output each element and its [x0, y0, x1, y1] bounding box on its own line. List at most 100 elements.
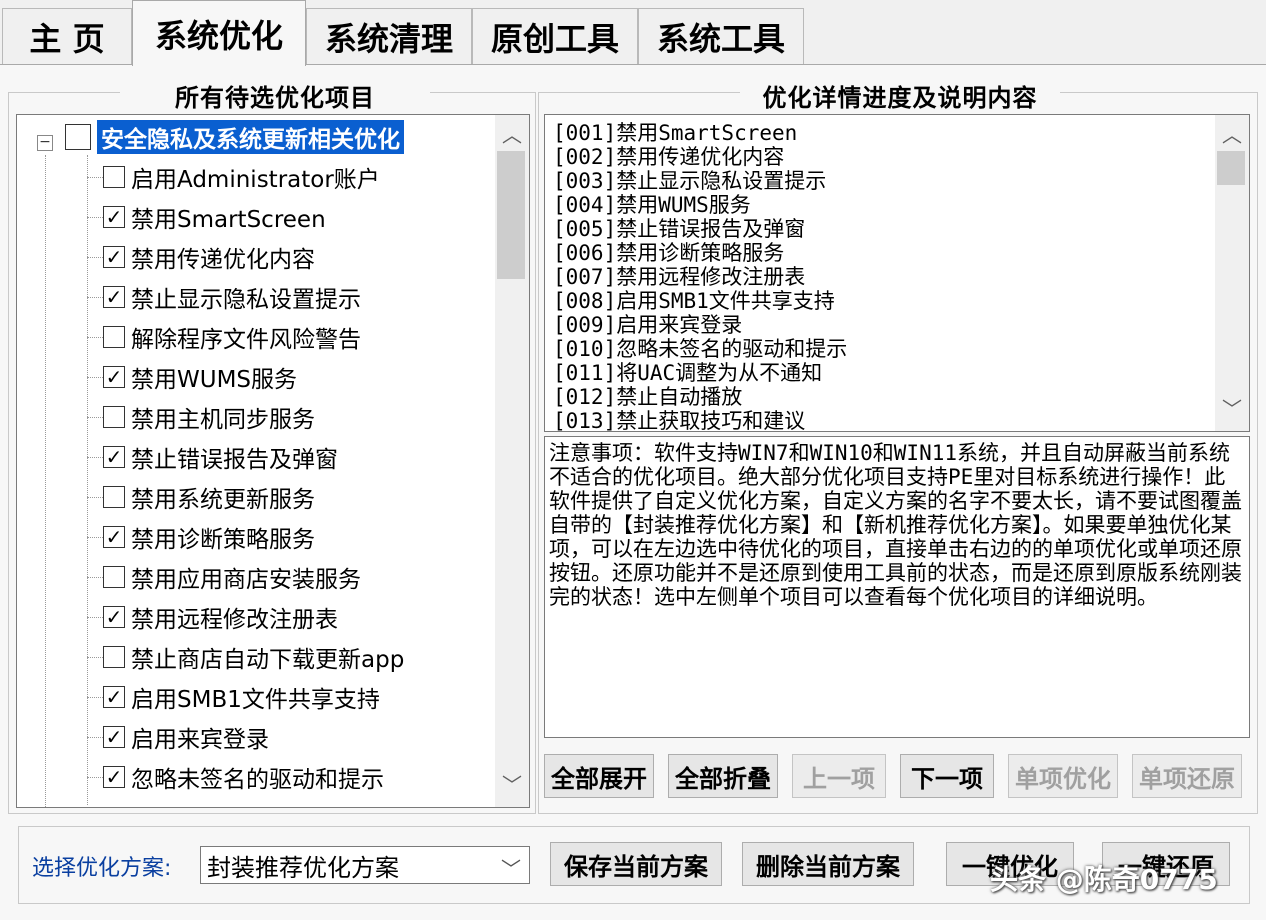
list-item[interactable]: [012]禁止自动播放 [553, 385, 742, 409]
tree-item[interactable]: ✓ 禁用传递优化内容 [103, 237, 315, 277]
item-checkbox[interactable] [103, 486, 125, 508]
tree-item-label: 禁用WUMS服务 [131, 367, 298, 393]
tree-line [87, 457, 103, 458]
tree-item[interactable]: ✓ 禁用SmartScreen [103, 197, 326, 237]
item-checkbox[interactable]: ✓ [103, 206, 125, 228]
tree-item-label: 忽略未签名的驱动和提示 [131, 767, 384, 793]
tree-item-label: 启用SMB1文件共享支持 [131, 687, 380, 713]
tree-root-label: 安全隐私及系统更新相关优化 [97, 120, 404, 154]
list-item[interactable]: [002]禁用传递优化内容 [553, 145, 784, 169]
tree-item[interactable]: ✓ 启用SMB1文件共享支持 [103, 677, 380, 717]
tree-item[interactable]: ✓ 禁用WUMS服务 [103, 357, 297, 397]
tree-line [87, 497, 103, 498]
tab-home[interactable]: 主 页 [2, 8, 132, 64]
tree-scrollbar[interactable]: ︿ ﹀ [495, 115, 529, 807]
tree-item-label: 禁用传递优化内容 [131, 247, 315, 273]
save-scheme-button[interactable]: 保存当前方案 [550, 842, 722, 886]
tree-line [87, 697, 103, 698]
tree-item[interactable]: 禁止商店自动下载更新app [103, 637, 404, 677]
tree-item[interactable]: ✓ 忽略未签名的驱动和提示 [103, 757, 384, 797]
tab-system-clean[interactable]: 系统清理 [306, 8, 472, 64]
tree-item-label: 禁用应用商店安装服务 [131, 567, 361, 593]
tree-item[interactable]: ✓ 禁止显示隐私设置提示 [103, 277, 361, 317]
tree-item-label: 禁止错误报告及弹窗 [131, 447, 338, 473]
list-item[interactable]: [001]禁用SmartScreen [553, 121, 797, 145]
tree-item-label: 启用来宾登录 [131, 727, 269, 753]
item-checkbox[interactable]: ✓ [103, 286, 125, 308]
tree-item[interactable]: ✓ 禁止错误报告及弹窗 [103, 437, 338, 477]
tree-item[interactable]: ✓ 启用来宾登录 [103, 717, 269, 757]
list-item[interactable]: [004]禁用WUMS服务 [553, 193, 751, 217]
list-item[interactable]: [007]禁用远程修改注册表 [553, 265, 805, 289]
scroll-thumb[interactable] [497, 151, 525, 279]
item-checkbox[interactable]: ✓ [103, 366, 125, 388]
list-item[interactable]: [013]禁止获取技巧和建议 [553, 409, 805, 431]
watermark: 头条 @陈奇0775 [990, 863, 1218, 896]
tree-line [87, 657, 103, 658]
item-checkbox[interactable]: ✓ [103, 766, 125, 788]
tab-bar: 主 页 系统优化 系统清理 原创工具 系统工具 [0, 0, 1266, 66]
tree-item-label: 禁用主机同步服务 [131, 407, 315, 433]
optimize-items-tree[interactable]: − 安全隐私及系统更新相关优化 启用Administrator账户 ✓ 禁用Smar… [16, 114, 530, 808]
delete-scheme-button[interactable]: 删除当前方案 [742, 842, 914, 886]
list-item[interactable]: [008]启用SMB1文件共享支持 [553, 289, 835, 313]
item-checkbox[interactable] [103, 166, 125, 188]
tree-item[interactable]: 禁用系统更新服务 [103, 477, 315, 517]
tree-item[interactable]: 禁用主机同步服务 [103, 397, 315, 437]
tree-line [87, 617, 103, 618]
chevron-down-icon[interactable]: ﹀ [501, 853, 521, 882]
scroll-thumb[interactable] [1217, 151, 1245, 185]
item-checkbox[interactable]: ✓ [103, 246, 125, 268]
collapse-all-button[interactable]: 全部折叠 [668, 754, 778, 798]
list-item[interactable]: [011]将UAC调整为从不通知 [553, 361, 822, 385]
item-checkbox[interactable]: ✓ [103, 726, 125, 748]
tree-item[interactable]: 禁用应用商店安装服务 [103, 557, 361, 597]
tree-item[interactable]: ✓ 禁用诊断策略服务 [103, 517, 315, 557]
tree-line [45, 155, 46, 807]
list-item[interactable]: [006]禁用诊断策略服务 [553, 241, 784, 265]
optimize-progress-list[interactable]: [001]禁用SmartScreen [002]禁用传递优化内容 [003]禁止显示… [544, 114, 1250, 432]
item-checkbox[interactable] [103, 406, 125, 428]
item-checkbox[interactable]: ✓ [103, 446, 125, 468]
scheme-select[interactable]: 封装推荐优化方案 ﹀ [200, 846, 530, 884]
tree-line [87, 337, 103, 338]
item-checkbox[interactable]: ✓ [103, 606, 125, 628]
scroll-down-icon[interactable]: ﹀ [1215, 399, 1249, 419]
list-item[interactable]: [009]启用来宾登录 [553, 313, 742, 337]
tab-system-optimize[interactable]: 系统优化 [132, 0, 306, 66]
next-item-button[interactable]: 下一项 [900, 754, 994, 798]
scroll-up-icon[interactable]: ︿ [1215, 125, 1249, 145]
item-checkbox[interactable] [103, 326, 125, 348]
list-item[interactable]: [010]忽略未签名的驱动和提示 [553, 337, 847, 361]
tree-item-label: 禁用系统更新服务 [131, 487, 315, 513]
item-checkbox[interactable]: ✓ [103, 686, 125, 708]
tree-line [87, 417, 103, 418]
tab-original-tools[interactable]: 原创工具 [472, 8, 638, 64]
tree-root-item[interactable]: 安全隐私及系统更新相关优化 [65, 117, 404, 157]
collapse-icon[interactable]: − [37, 135, 53, 151]
single-restore-button[interactable]: 单项还原 [1132, 754, 1242, 798]
tree-item[interactable]: ✓ 禁用远程修改注册表 [103, 597, 338, 637]
root-checkbox[interactable] [65, 124, 91, 150]
single-optimize-button[interactable]: 单项优化 [1008, 754, 1118, 798]
tree-line [87, 577, 103, 578]
tree-item[interactable]: 启用Administrator账户 [103, 157, 380, 197]
scroll-down-icon[interactable]: ﹀ [495, 775, 529, 795]
list-scrollbar[interactable]: ︿ ﹀ [1215, 115, 1249, 431]
tree-item[interactable]: 解除程序文件风险警告 [103, 317, 361, 357]
item-checkbox[interactable] [103, 566, 125, 588]
list-item[interactable]: [005]禁止错误报告及弹窗 [553, 217, 805, 241]
item-checkbox[interactable]: ✓ [103, 526, 125, 548]
tree-line [87, 737, 103, 738]
item-checkbox[interactable] [103, 646, 125, 668]
scheme-label: 选择优化方案: [32, 856, 172, 881]
expand-all-button[interactable]: 全部展开 [544, 754, 654, 798]
scroll-up-icon[interactable]: ︿ [495, 125, 529, 145]
tree-line [87, 155, 88, 805]
tree-item-label: 禁止商店自动下载更新app [131, 647, 405, 673]
tab-system-tools[interactable]: 系统工具 [638, 8, 804, 64]
tree-item-label: 禁用诊断策略服务 [131, 527, 315, 553]
list-item[interactable]: [003]禁止显示隐私设置提示 [553, 169, 826, 193]
prev-item-button[interactable]: 上一项 [792, 754, 886, 798]
tree-line [87, 537, 103, 538]
